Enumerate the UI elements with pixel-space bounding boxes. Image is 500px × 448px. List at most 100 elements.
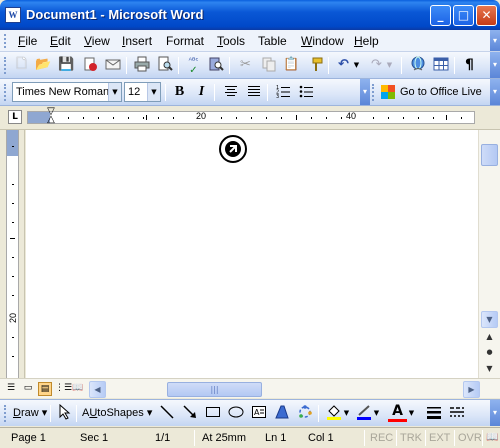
menu-format[interactable]: Format bbox=[166, 34, 204, 48]
wordart-icon[interactable] bbox=[272, 404, 291, 423]
print-icon[interactable] bbox=[132, 56, 151, 75]
hyperlink-icon[interactable] bbox=[408, 56, 427, 75]
redo-icon[interactable]: ↷ bbox=[367, 56, 386, 75]
standard-toolbar-options-chevron[interactable]: ▾ bbox=[490, 52, 500, 78]
vertical-scroll-thumb[interactable] bbox=[481, 144, 498, 166]
save-icon[interactable]: 💾 bbox=[57, 56, 76, 75]
title-bar: W Document1 - Microsoft Word _ □ ✕ bbox=[0, 0, 500, 30]
line-style-icon[interactable] bbox=[424, 404, 443, 423]
cut-icon[interactable]: ✂ bbox=[236, 56, 255, 75]
spelling-icon[interactable]: ᴬᴮᶜ ✓ bbox=[184, 56, 203, 76]
vertical-ruler[interactable]: 20 bbox=[0, 130, 25, 378]
italic-button[interactable]: I bbox=[192, 83, 211, 102]
toolbar-grip[interactable] bbox=[4, 405, 7, 422]
autoshapes-menu-button[interactable]: AUtoShapes ▾ bbox=[82, 406, 152, 419]
normal-view-icon[interactable]: ☰ bbox=[4, 382, 18, 396]
horizontal-scroll-thumb[interactable]: ||| bbox=[167, 382, 262, 397]
indent-marker-icon[interactable]: ▽ △ bbox=[46, 107, 56, 128]
dash-style-icon[interactable] bbox=[447, 404, 466, 423]
bullets-icon[interactable] bbox=[296, 83, 315, 102]
undo-icon[interactable]: ↶ bbox=[334, 56, 353, 75]
open-icon[interactable]: 📂 bbox=[34, 56, 53, 75]
scroll-left-button[interactable]: ◀ bbox=[89, 381, 106, 398]
menu-edit[interactable]: Edit bbox=[50, 34, 71, 48]
draw-menu-button[interactable]: Draw ▾ bbox=[13, 406, 47, 419]
font-name-dropdown-icon[interactable]: ▼ bbox=[108, 83, 121, 101]
minimize-button[interactable]: _ bbox=[430, 5, 451, 26]
horizontal-scrollbar-row: ☰ ▭ ▤ ⋮☰ 📖 ◀ ||| ▶ bbox=[0, 378, 500, 398]
menu-view[interactable]: View bbox=[84, 34, 110, 48]
menubar-grip[interactable] bbox=[4, 34, 7, 48]
justify-icon[interactable] bbox=[244, 83, 263, 102]
menubar-options-chevron[interactable]: ▾ bbox=[490, 30, 500, 51]
table-icon[interactable] bbox=[431, 56, 450, 75]
ruler-label-20: 20 bbox=[196, 111, 207, 121]
tab-selector[interactable]: L bbox=[8, 110, 22, 124]
office-live-toolbar-options-chevron[interactable]: ▾ bbox=[490, 79, 500, 105]
research-icon[interactable] bbox=[206, 56, 225, 75]
font-color-icon[interactable]: A bbox=[388, 404, 407, 423]
office-live-toolbar-grip[interactable] bbox=[372, 84, 375, 101]
next-page-button[interactable]: ▼ bbox=[481, 361, 498, 378]
toolbar-grip[interactable] bbox=[4, 84, 7, 101]
redo-dropdown-icon[interactable]: ▼ bbox=[385, 56, 394, 75]
font-color-dropdown-icon[interactable]: ▼ bbox=[407, 404, 416, 423]
scroll-right-button[interactable]: ▶ bbox=[463, 381, 480, 398]
numbering-icon[interactable]: 123 bbox=[273, 83, 292, 102]
text-box-icon[interactable]: A bbox=[249, 404, 268, 423]
arrow-icon[interactable] bbox=[180, 404, 199, 423]
drawing-toolbar-options-chevron[interactable]: ▾ bbox=[490, 400, 500, 426]
close-button[interactable]: ✕ bbox=[476, 5, 497, 26]
document-page[interactable] bbox=[26, 130, 478, 378]
vertical-scrollbar[interactable]: ▼ ▲ ● ▼ bbox=[478, 130, 500, 378]
status-trk[interactable]: TRK bbox=[400, 432, 422, 444]
format-painter-icon[interactable] bbox=[305, 56, 324, 75]
select-browse-object-button[interactable]: ● bbox=[481, 345, 498, 362]
toolbar-grip[interactable] bbox=[4, 57, 7, 74]
go-to-office-live-button[interactable]: Go to Office Live bbox=[378, 82, 487, 102]
bold-button[interactable]: B bbox=[170, 83, 189, 102]
reading-layout-view-icon[interactable]: 📖 bbox=[71, 382, 85, 396]
diagram-icon[interactable] bbox=[295, 404, 314, 423]
rectangle-icon[interactable] bbox=[203, 404, 222, 423]
ruler-ticks bbox=[68, 115, 462, 120]
select-objects-icon[interactable] bbox=[54, 403, 73, 423]
copy-icon[interactable] bbox=[259, 56, 278, 75]
line-color-dropdown-icon[interactable]: ▼ bbox=[372, 404, 381, 423]
menu-file[interactable]: File bbox=[18, 34, 37, 48]
scroll-down-button[interactable]: ▼ bbox=[481, 311, 498, 328]
menu-help[interactable]: Help bbox=[354, 34, 379, 48]
spelling-status-icon[interactable]: 📖 bbox=[486, 432, 498, 443]
new-icon[interactable]: 🗋 bbox=[12, 56, 31, 75]
font-size-combo[interactable]: 12 ▼ bbox=[124, 82, 161, 102]
paste-icon[interactable]: 📋 bbox=[282, 56, 301, 75]
menu-insert[interactable]: Insert bbox=[122, 34, 152, 48]
oval-icon[interactable] bbox=[226, 404, 245, 423]
print-preview-icon[interactable] bbox=[155, 56, 174, 75]
status-ext[interactable]: EXT bbox=[429, 432, 450, 444]
word-app-icon[interactable]: W bbox=[5, 7, 21, 23]
fill-color-dropdown-icon[interactable]: ▼ bbox=[342, 404, 351, 423]
print-layout-view-icon[interactable]: ▤ bbox=[38, 382, 52, 396]
outline-view-icon[interactable]: ⋮☰ bbox=[55, 382, 72, 396]
status-ovr[interactable]: OVR bbox=[458, 432, 482, 444]
menu-window[interactable]: Window bbox=[301, 34, 344, 48]
horizontal-ruler[interactable]: 20 40 ▽ △ bbox=[27, 107, 475, 125]
font-size-dropdown-icon[interactable]: ▼ bbox=[147, 83, 160, 101]
align-center-icon[interactable] bbox=[221, 83, 240, 102]
status-rec[interactable]: REC bbox=[370, 432, 393, 444]
email-icon[interactable] bbox=[103, 56, 122, 75]
maximize-button[interactable]: □ bbox=[453, 5, 474, 26]
line-icon[interactable] bbox=[157, 404, 176, 423]
show-formatting-icon[interactable]: ¶ bbox=[460, 56, 479, 75]
font-name-combo[interactable]: Times New Roman ▼ bbox=[12, 82, 122, 102]
formatting-toolbar-options-chevron[interactable]: ▾ bbox=[360, 79, 370, 105]
fill-color-icon[interactable] bbox=[324, 404, 343, 423]
menu-table[interactable]: Table bbox=[258, 34, 287, 48]
permission-icon[interactable] bbox=[80, 56, 99, 75]
web-layout-view-icon[interactable]: ▭ bbox=[21, 382, 35, 396]
menu-tools[interactable]: Tools bbox=[217, 34, 245, 48]
previous-page-button[interactable]: ▲ bbox=[481, 329, 498, 346]
undo-dropdown-icon[interactable]: ▼ bbox=[352, 56, 361, 75]
line-color-icon[interactable] bbox=[354, 404, 373, 423]
